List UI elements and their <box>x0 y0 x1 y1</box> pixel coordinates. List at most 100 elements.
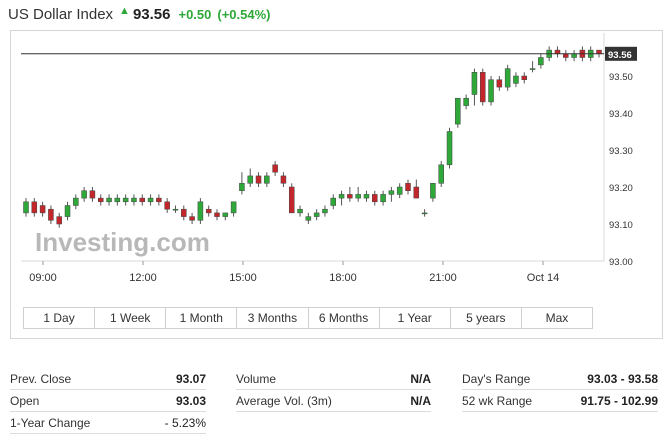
candle-body <box>205 208 212 214</box>
triangle-up-icon: ▲ <box>119 5 130 17</box>
y-tick-label: 93.30 <box>609 146 633 157</box>
candle-body <box>288 186 295 214</box>
candle-body <box>255 175 262 184</box>
timeframe-1-week[interactable]: 1 Week <box>95 308 167 328</box>
y-tick-label: 93.10 <box>609 220 633 231</box>
candle-body <box>571 53 577 58</box>
candle-body <box>97 197 104 203</box>
candle-body <box>421 212 428 215</box>
candle-body <box>114 197 121 203</box>
candle-body <box>139 197 146 203</box>
timeframe-1-month[interactable]: 1 Month <box>166 308 238 328</box>
y-tick-label: 93.20 <box>609 183 633 194</box>
stat-days-range: Day's Range 93.03 - 93.58 <box>462 368 658 390</box>
candle-body <box>471 72 478 95</box>
candle-body <box>131 197 137 203</box>
candle-body <box>455 97 461 125</box>
candle-body <box>563 53 569 58</box>
candle-body <box>106 197 112 203</box>
chart-panel: Investing.com 93.56 93.50 93.40 93.30 93.20 93… <box>10 30 663 339</box>
candle-body <box>48 208 54 221</box>
last-price-label: 93.56 <box>608 50 632 61</box>
x-tick-label: 15:00 <box>229 272 257 284</box>
timeframe-1-day[interactable]: 1 Day <box>24 308 96 328</box>
x-tick-label: 21:00 <box>429 272 457 284</box>
candle-body <box>322 208 328 214</box>
timeframe-5-years[interactable]: 5 years <box>451 308 522 328</box>
candle-body <box>23 201 29 214</box>
candle-body <box>197 201 204 221</box>
y-tick-label: 93.50 <box>609 72 633 83</box>
stat-prev-close: Prev. Close 93.07 <box>10 368 206 390</box>
timeframe-selector: 1 Day 1 Week 1 Month 3 Months 6 Months 1… <box>23 307 593 329</box>
x-tick-label: Oct 14 <box>527 272 559 284</box>
candle-body <box>396 186 403 195</box>
candle-body <box>181 208 187 217</box>
candle-body <box>164 201 170 210</box>
candle-body <box>64 205 71 217</box>
stat-label: 1-Year Change <box>10 416 91 430</box>
candle-body <box>596 49 602 55</box>
candle-body <box>521 75 528 80</box>
candle-body <box>214 212 220 217</box>
price-change-percent: (+0.54%) <box>217 6 271 22</box>
candle-body <box>39 205 46 214</box>
candle-body <box>122 197 129 203</box>
stat-open: Open 93.03 <box>10 390 206 412</box>
timeframe-1-year[interactable]: 1 Year <box>380 308 451 328</box>
candle-body <box>239 183 245 191</box>
candle-body <box>388 190 395 195</box>
candle-body <box>330 197 337 206</box>
last-price: 93.56 <box>132 5 171 23</box>
stat-value: 93.03 <box>175 394 206 408</box>
candle-body <box>380 194 386 203</box>
candle-body <box>280 175 287 184</box>
candle-body <box>554 49 561 55</box>
y-tick-label: 93.40 <box>609 109 633 120</box>
stat-value: 93.03 - 93.58 <box>587 372 658 386</box>
quote-header: US Dollar Index ▲ 93.56 +0.50 (+0.54%) <box>8 4 271 24</box>
candle-body <box>297 208 303 214</box>
candle-body <box>438 164 444 184</box>
candle-body <box>355 194 361 199</box>
stat-value: 93.07 <box>175 372 206 386</box>
candle-body <box>479 72 486 103</box>
candle-body <box>338 194 345 199</box>
instrument-title: US Dollar Index <box>8 5 114 23</box>
candle-body <box>147 197 154 203</box>
candle-body <box>496 79 503 88</box>
candle-body <box>446 131 453 166</box>
candle-body <box>264 175 270 184</box>
candle-body <box>230 201 237 214</box>
stat-average-volume: Average Vol. (3m) N/A <box>236 390 431 412</box>
candle-body <box>156 197 162 203</box>
x-tick-label: 12:00 <box>129 272 157 284</box>
stat-value: N/A <box>410 394 431 408</box>
stat-label: Average Vol. (3m) <box>236 394 332 408</box>
stat-1-year-change: 1-Year Change - 5.23% <box>10 412 206 434</box>
candle-body <box>172 208 179 211</box>
candle-body <box>89 190 96 199</box>
stat-value: - 5.23% <box>164 416 206 430</box>
candle-body <box>488 79 494 103</box>
stats-column-1: Prev. Close 93.07 Open 93.03 1-Year Chan… <box>10 368 206 434</box>
price-change: +0.50 <box>178 6 212 22</box>
candlestick-chart[interactable]: Investing.com 93.56 93.50 93.40 93.30 93.20 93… <box>11 31 662 338</box>
candle-body <box>189 216 195 221</box>
stat-52-week-range: 52 wk Range 91.75 - 102.99 <box>462 390 658 412</box>
candle-body <box>430 183 436 199</box>
candle-body <box>538 57 544 66</box>
timeframe-3-months[interactable]: 3 Months <box>237 308 309 328</box>
candle-body <box>272 164 278 173</box>
stats-column-3: Day's Range 93.03 - 93.58 52 wk Range 91… <box>462 368 658 412</box>
candle-body <box>247 175 253 184</box>
stat-label: Day's Range <box>462 372 531 386</box>
y-tick-label: 93.00 <box>609 257 633 268</box>
candle-body <box>413 186 420 199</box>
candle-body <box>363 194 370 199</box>
candle-body <box>504 68 511 88</box>
timeframe-6-months[interactable]: 6 Months <box>309 308 380 328</box>
candle-body <box>305 216 312 221</box>
timeframe-max[interactable]: Max <box>522 308 592 328</box>
candle-body <box>372 194 378 203</box>
